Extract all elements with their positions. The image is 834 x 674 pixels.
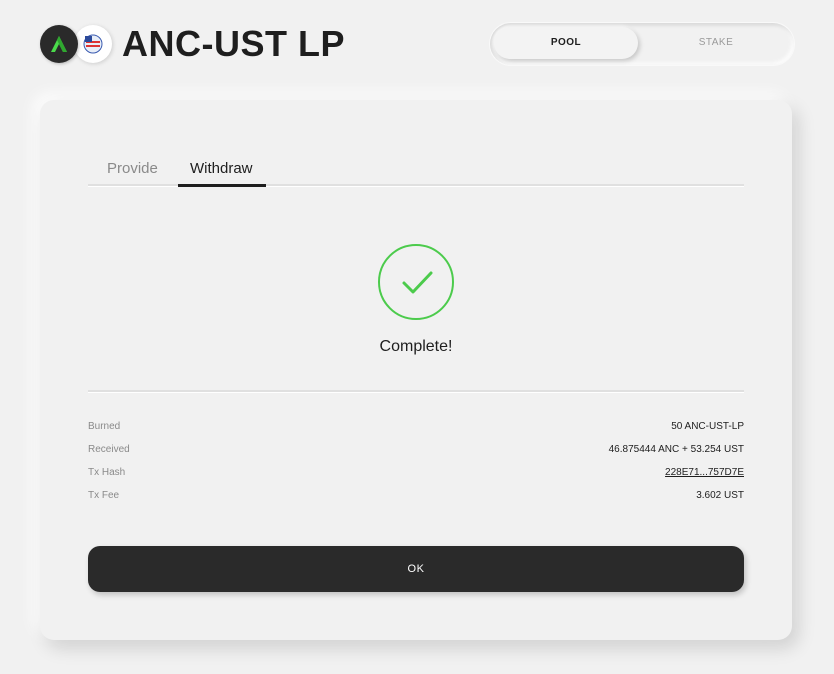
status-message: Complete! bbox=[379, 338, 453, 355]
page-title: ANC-UST LP bbox=[122, 23, 345, 64]
detail-row-tx-hash: Tx Hash 228E71...757D7E bbox=[88, 464, 744, 487]
tab-withdraw[interactable]: Withdraw bbox=[190, 160, 253, 186]
detail-row-received: Received 46.875444 ANC + 53.254 UST bbox=[88, 441, 744, 464]
pool-button[interactable]: POOL bbox=[494, 27, 638, 59]
detail-label: Burned bbox=[88, 421, 121, 432]
tab-provide[interactable]: Provide bbox=[107, 160, 158, 186]
detail-value: 46.875444 ANC + 53.254 UST bbox=[608, 444, 744, 455]
detail-row-tx-fee: Tx Fee 3.602 UST bbox=[88, 487, 744, 510]
success-indicator bbox=[378, 244, 454, 320]
detail-value: 50 ANC-UST-LP bbox=[671, 421, 744, 432]
check-icon bbox=[402, 271, 433, 294]
stake-button[interactable]: STAKE bbox=[644, 27, 788, 59]
pool-stake-toggle: POOL STAKE bbox=[490, 23, 794, 65]
detail-label: Tx Fee bbox=[88, 490, 120, 501]
anchor-logo-icon bbox=[40, 25, 78, 63]
active-tab-indicator bbox=[178, 184, 266, 187]
tx-details: Burned 50 ANC-UST-LP Received 46.875444 … bbox=[88, 418, 744, 510]
tx-hash-link[interactable]: 228E71...757D7E bbox=[665, 464, 744, 481]
ust-logo-icon bbox=[74, 25, 112, 63]
ok-button[interactable]: OK bbox=[88, 546, 744, 592]
page-header: ANC-UST LP POOL STAKE bbox=[0, 0, 834, 90]
detail-row-burned: Burned 50 ANC-UST-LP bbox=[88, 418, 744, 441]
section-divider bbox=[88, 390, 744, 392]
detail-label: Tx Hash bbox=[88, 467, 126, 478]
detail-value: 3.602 UST bbox=[696, 490, 744, 501]
provide-withdraw-tabs: Provide Withdraw bbox=[88, 152, 744, 188]
withdraw-card: Provide Withdraw Complete! Burned 50 ANC… bbox=[40, 100, 792, 640]
detail-label: Received bbox=[88, 444, 130, 455]
token-pair-icons bbox=[40, 25, 112, 63]
